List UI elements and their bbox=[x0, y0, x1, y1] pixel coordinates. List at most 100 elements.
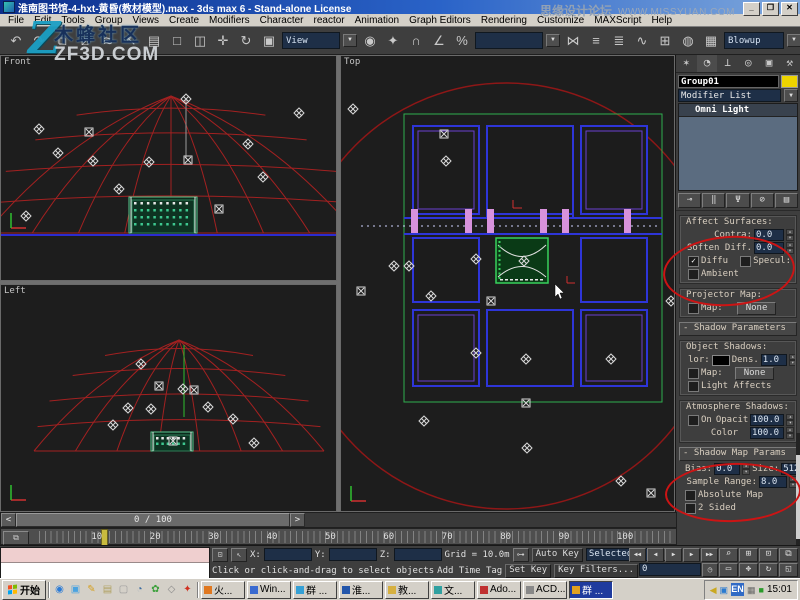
task-button-9[interactable]: 群 ... bbox=[569, 580, 613, 599]
tab-display[interactable]: ▣ bbox=[759, 55, 780, 72]
pan-icon[interactable]: ✥ bbox=[739, 562, 758, 577]
contrast-field[interactable]: 0.0 bbox=[754, 229, 784, 241]
render-scene-icon[interactable]: ▦ bbox=[701, 30, 721, 51]
mini-curve-editor-button[interactable]: ⧉ bbox=[3, 531, 29, 545]
projector-map-button[interactable]: None bbox=[736, 301, 777, 315]
close-button[interactable]: ✕ bbox=[781, 2, 798, 16]
menu-character[interactable]: Character bbox=[255, 15, 309, 26]
package-icon[interactable]: ◇ bbox=[164, 582, 179, 597]
menu-group[interactable]: Group bbox=[90, 15, 128, 26]
select-object-icon[interactable]: ↖ bbox=[121, 30, 141, 51]
select-and-manipulate-icon[interactable]: ✦ bbox=[383, 30, 403, 51]
render-type-dropdown-arrow-icon[interactable]: ▼ bbox=[787, 34, 800, 47]
set-key-button[interactable]: Set Key bbox=[505, 563, 552, 578]
listener-script-row[interactable] bbox=[1, 563, 209, 578]
input-method-icon[interactable]: ▦ bbox=[747, 584, 756, 596]
time-slider-prev-icon[interactable]: < bbox=[1, 513, 16, 527]
shadow-map-params-rollout[interactable]: - Shadow Map Params bbox=[679, 447, 797, 461]
menu-reactor[interactable]: reactor bbox=[309, 15, 350, 26]
select-and-link-icon[interactable]: ⧉ bbox=[52, 30, 72, 51]
window-crossing-icon[interactable]: ◫ bbox=[190, 30, 210, 51]
density-field[interactable]: 1.0 bbox=[760, 354, 787, 366]
tab-modify[interactable]: ◔ bbox=[696, 55, 718, 72]
undo-icon[interactable]: ↶ bbox=[6, 30, 26, 51]
density-spinner[interactable]: ▴ ▾ bbox=[788, 354, 797, 366]
previous-frame-button[interactable]: ◀ bbox=[647, 547, 664, 562]
light-affects-checkbox[interactable] bbox=[688, 380, 699, 392]
reference-coordinate-system-dropdown-arrow-icon[interactable]: ▼ bbox=[343, 34, 357, 47]
listener-macro-row[interactable] bbox=[1, 548, 209, 563]
messenger-icon[interactable]: ◉ bbox=[52, 582, 67, 597]
green-flower-icon[interactable]: ✿ bbox=[148, 582, 163, 597]
render-type-dropdown[interactable]: Blowup bbox=[724, 32, 784, 49]
snap-toggle-icon[interactable]: ∩ bbox=[406, 30, 426, 51]
task-button-7[interactable]: Ado... bbox=[477, 580, 521, 599]
zoom-icon[interactable]: ⌕ bbox=[719, 547, 738, 562]
soften-diffuse-field[interactable]: 0.0 bbox=[754, 242, 784, 254]
next-frame-button[interactable]: ▶ bbox=[683, 547, 700, 562]
object-name-field[interactable]: Group01 bbox=[678, 75, 779, 88]
menu-edit[interactable]: Edit bbox=[29, 15, 56, 26]
remove-modifier-button[interactable]: ⊘ bbox=[750, 193, 774, 208]
image-viewer-icon[interactable]: ▣ bbox=[68, 582, 83, 597]
menu-customize[interactable]: Customize bbox=[532, 15, 589, 26]
task-button-5[interactable]: 教... bbox=[385, 580, 429, 599]
sample-range-field[interactable]: 8.0 bbox=[759, 476, 787, 488]
auto-key-button[interactable]: Auto Key bbox=[531, 547, 583, 562]
menu-modifiers[interactable]: Modifiers bbox=[204, 15, 255, 26]
maxscript-mini-listener[interactable] bbox=[0, 547, 210, 580]
bind-to-space-warp-icon[interactable]: ≋ bbox=[98, 30, 118, 51]
configure-modifier-sets-button[interactable]: ▤ bbox=[774, 193, 799, 208]
color-amount-field[interactable]: 100.0 bbox=[750, 427, 784, 439]
antivirus-icon[interactable]: ■ bbox=[759, 584, 764, 596]
ambient-checkbox[interactable] bbox=[688, 268, 699, 280]
object-color-swatch[interactable] bbox=[781, 75, 798, 88]
menu-maxscript[interactable]: MAXScript bbox=[589, 15, 646, 26]
specular-checkbox[interactable] bbox=[740, 255, 752, 267]
start-button[interactable]: 开始 bbox=[2, 579, 46, 600]
stack-item-omni-light[interactable]: Omni Light bbox=[679, 104, 797, 117]
atmosphere-on-checkbox[interactable] bbox=[688, 414, 699, 426]
menu-tools[interactable]: Tools bbox=[56, 15, 89, 26]
zoom-all-icon[interactable]: ⊞ bbox=[739, 547, 758, 562]
opacity-spinner[interactable]: ▴ ▾ bbox=[786, 414, 795, 426]
named-selection-sets-dropdown[interactable] bbox=[475, 32, 543, 49]
track-bar-ruler[interactable] bbox=[39, 531, 673, 543]
region-zoom-icon[interactable]: ▭ bbox=[719, 562, 738, 577]
lock-selection-icon[interactable]: ⊡ bbox=[212, 547, 228, 562]
redo-icon[interactable]: ↷ bbox=[29, 30, 49, 51]
arc-rotate-icon[interactable]: ↻ bbox=[759, 562, 778, 577]
command-panel-scrollbar-thumb[interactable] bbox=[796, 455, 800, 539]
curve-editor-icon[interactable]: ∿ bbox=[632, 30, 652, 51]
volume-icon[interactable]: ◀ bbox=[710, 584, 717, 596]
tab-motion[interactable]: ◎ bbox=[738, 55, 759, 72]
make-unique-button[interactable]: Ψ bbox=[726, 193, 750, 208]
unlink-selection-icon[interactable]: ⧄ bbox=[75, 30, 95, 51]
percent-snap-toggle-icon[interactable]: % bbox=[452, 30, 472, 51]
min-max-toggle-icon[interactable]: ◱ bbox=[779, 562, 798, 577]
zoom-extents-all-icon[interactable]: ⧉ bbox=[779, 547, 798, 562]
select-and-scale-icon[interactable]: ▣ bbox=[259, 30, 279, 51]
material-editor-icon[interactable]: ◍ bbox=[678, 30, 698, 51]
notes-icon[interactable]: ✎ bbox=[84, 582, 99, 597]
reference-coordinate-system-dropdown[interactable]: View bbox=[282, 32, 340, 49]
pin-stack-button[interactable]: ⊸ bbox=[678, 193, 702, 208]
menu-file[interactable]: File bbox=[3, 15, 29, 26]
menu-graph-editors[interactable]: Graph Editors bbox=[404, 15, 476, 26]
menu-views[interactable]: Views bbox=[128, 15, 165, 26]
projector-map-checkbox[interactable] bbox=[688, 302, 699, 314]
language-indicator[interactable]: EN bbox=[731, 583, 745, 596]
task-button-2[interactable]: Win... bbox=[247, 580, 291, 599]
viewport-left[interactable]: Left bbox=[0, 284, 337, 512]
tab-hierarchy[interactable]: ⊥ bbox=[717, 55, 738, 72]
color-amount-spinner[interactable]: ▴ ▾ bbox=[786, 427, 794, 439]
menu-help[interactable]: Help bbox=[646, 15, 677, 26]
minimize-button[interactable]: _ bbox=[743, 2, 760, 16]
go-to-start-button[interactable]: ◀◀ bbox=[629, 547, 646, 562]
named-selection-sets-dropdown-arrow-icon[interactable]: ▼ bbox=[546, 34, 560, 47]
show-end-result-button[interactable]: ‖ bbox=[702, 193, 726, 208]
viewport-top[interactable]: Top bbox=[340, 55, 675, 512]
mirror-icon[interactable]: ⋈ bbox=[563, 30, 583, 51]
tab-create[interactable]: ✶ bbox=[676, 55, 697, 72]
media-player-icon[interactable]: ◔ bbox=[132, 582, 147, 597]
